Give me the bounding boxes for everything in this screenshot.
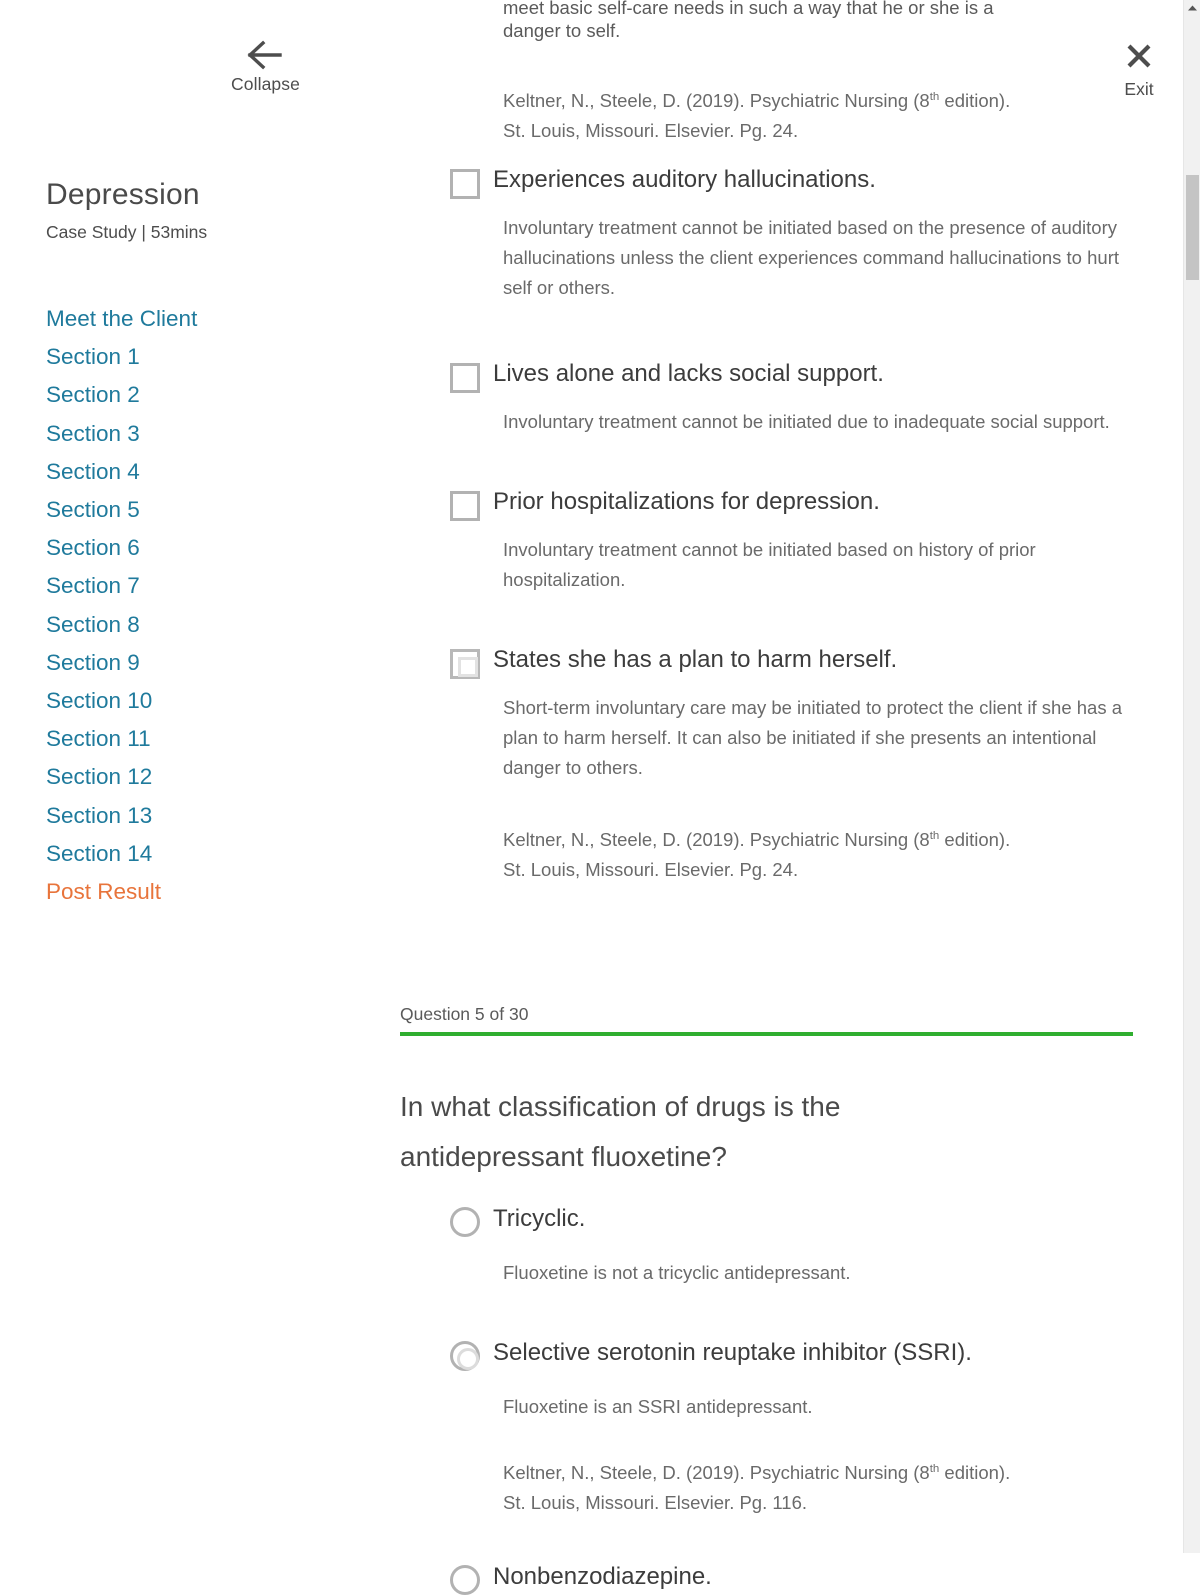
- checkbox-option-4-rationale: Short-term involuntary care may be initi…: [503, 697, 1123, 778]
- progress-bar: [400, 1032, 1133, 1036]
- citation-top-line2: St. Louis, Missouri. Elsevier. Pg. 24.: [503, 120, 799, 141]
- scrollbar-thumb[interactable]: [1186, 175, 1199, 280]
- citation-top-superscript: th: [929, 90, 940, 103]
- radio-citation-line2: St. Louis, Missouri. Elsevier. Pg. 116.: [503, 1492, 808, 1513]
- question-block: In what classification of drugs is the a…: [400, 1082, 1170, 1595]
- citation-mid-line1-pre: Keltner, N., Steele, D. (2019). Psychiat…: [503, 829, 930, 850]
- exit-button[interactable]: Exit: [1108, 42, 1170, 100]
- radio-option-2-rationale: Fluoxetine is an SSRI antidepressant.: [503, 1396, 813, 1417]
- arrow-left-icon: [246, 38, 286, 72]
- close-icon: [1125, 42, 1153, 70]
- section-navigation: Meet the Client Section 1 Section 2 Sect…: [46, 300, 376, 911]
- checkbox-icon-3[interactable]: [450, 491, 480, 521]
- radio-icon-1[interactable]: [450, 1207, 480, 1237]
- radio-option-3-label: Nonbenzodiazepine.: [493, 1563, 712, 1590]
- checkbox-option-1-label: Experiences auditory hallucinations.: [493, 166, 876, 193]
- sidebar-item-section-11[interactable]: Section 11: [46, 720, 376, 758]
- citation-top-line1-post: edition).: [939, 90, 1011, 111]
- lead-paragraph: danger to self.: [503, 20, 621, 41]
- radio-option-1-rationale: Fluoxetine is not a tricyclic antidepres…: [503, 1262, 851, 1283]
- question-counter: Question 5 of 30: [400, 1004, 529, 1024]
- citation-mid-superscript: th: [929, 829, 940, 842]
- checkbox-option-3-rationale: Involuntary treatment cannot be initiate…: [503, 539, 1036, 590]
- checkbox-option-1[interactable]: Experiences auditory hallucinations. Inv…: [400, 165, 1170, 303]
- sidebar-item-section-12[interactable]: Section 12: [46, 758, 376, 796]
- radio-citation-line1-pre: Keltner, N., Steele, D. (2019). Psychiat…: [503, 1462, 930, 1483]
- checkbox-option-4[interactable]: States she has a plan to harm herself. S…: [400, 645, 1170, 783]
- radio-icon-3[interactable]: [450, 1565, 480, 1595]
- checkbox-option-3-label: Prior hospitalizations for depression.: [493, 488, 880, 515]
- sidebar-item-section-2[interactable]: Section 2: [46, 376, 376, 414]
- question-progress: Question 5 of 30: [400, 1003, 1170, 1036]
- sidebar-item-post-result[interactable]: Post Result: [46, 873, 376, 911]
- collapse-label: Collapse: [231, 74, 300, 94]
- radio-option-1-label: Tricyclic.: [493, 1205, 586, 1232]
- question-text: In what classification of drugs is the a…: [400, 1091, 841, 1172]
- citation-mid: Keltner, N., Steele, D. (2019). Psychiat…: [503, 825, 1123, 885]
- checkbox-option-3[interactable]: Prior hospitalizations for depression. I…: [400, 487, 1170, 595]
- citation-mid-line1-post: edition).: [939, 829, 1011, 850]
- radio-icon-2-selected[interactable]: [450, 1341, 480, 1371]
- citation-mid-line2: St. Louis, Missouri. Elsevier. Pg. 24.: [503, 859, 799, 880]
- exit-label: Exit: [1124, 79, 1154, 99]
- citation-top: Keltner, N., Steele, D. (2019). Psychiat…: [503, 86, 1113, 146]
- collapse-button[interactable]: Collapse: [218, 38, 313, 95]
- radio-option-3[interactable]: Nonbenzodiazepine.: [400, 1562, 1170, 1595]
- radio-citation-line1-post: edition).: [939, 1462, 1011, 1483]
- checkbox-option-4-label: States she has a plan to harm herself.: [493, 646, 898, 673]
- sidebar-item-section-6[interactable]: Section 6: [46, 529, 376, 567]
- checkbox-icon-4-selected[interactable]: [450, 649, 480, 679]
- checkbox-icon-2[interactable]: [450, 363, 480, 393]
- radio-option-2-label: Selective serotonin reuptake inhibitor (…: [493, 1339, 972, 1366]
- sidebar-item-section-1[interactable]: Section 1: [46, 338, 376, 376]
- checkbox-option-2[interactable]: Lives alone and lacks social support. In…: [400, 359, 1170, 437]
- main-content: meet basic self-care needs in such a way…: [400, 0, 1170, 1595]
- triangle-up-icon[interactable]: [1184, 0, 1200, 17]
- sidebar-item-section-3[interactable]: Section 3: [46, 415, 376, 453]
- sidebar-item-meet-the-client[interactable]: Meet the Client: [46, 300, 376, 338]
- sidebar-item-section-10[interactable]: Section 10: [46, 682, 376, 720]
- page-title: Depression: [46, 178, 200, 211]
- radio-option-2-citation: Keltner, N., Steele, D. (2019). Psychiat…: [503, 1458, 1123, 1518]
- sidebar: Collapse Depression Case Study | 53mins …: [0, 0, 400, 1553]
- checkbox-option-2-label: Lives alone and lacks social support.: [493, 360, 884, 387]
- checkbox-icon-1[interactable]: [450, 169, 480, 199]
- sidebar-item-section-13[interactable]: Section 13: [46, 797, 376, 835]
- radio-option-2[interactable]: Selective serotonin reuptake inhibitor (…: [400, 1338, 1170, 1518]
- sidebar-item-section-5[interactable]: Section 5: [46, 491, 376, 529]
- radio-option-list: Tricyclic. Fluoxetine is not a tricyclic…: [400, 1204, 1170, 1595]
- sidebar-item-section-8[interactable]: Section 8: [46, 606, 376, 644]
- vertical-scrollbar[interactable]: [1183, 0, 1200, 1553]
- radio-citation-superscript: th: [929, 1462, 940, 1475]
- citation-top-line1-pre: Keltner, N., Steele, D. (2019). Psychiat…: [503, 90, 930, 111]
- sidebar-item-section-9[interactable]: Section 9: [46, 644, 376, 682]
- checkbox-option-2-rationale: Involuntary treatment cannot be initiate…: [503, 411, 1110, 432]
- sidebar-item-section-4[interactable]: Section 4: [46, 453, 376, 491]
- radio-option-1[interactable]: Tricyclic. Fluoxetine is not a tricyclic…: [400, 1204, 1170, 1288]
- sidebar-item-section-7[interactable]: Section 7: [46, 567, 376, 605]
- sidebar-item-section-14[interactable]: Section 14: [46, 835, 376, 873]
- checkbox-option-1-rationale: Involuntary treatment cannot be initiate…: [503, 217, 1119, 298]
- course-meta: Case Study | 53mins: [46, 222, 208, 242]
- checkbox-option-list: Experiences auditory hallucinations. Inv…: [400, 165, 1170, 885]
